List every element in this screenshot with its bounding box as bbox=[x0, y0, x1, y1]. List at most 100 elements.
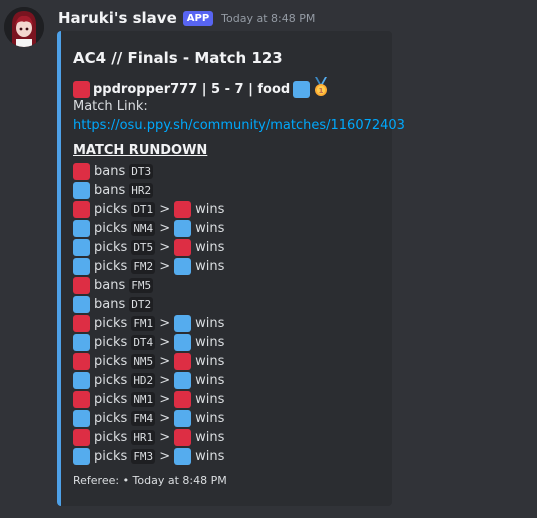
row-result: wins bbox=[195, 449, 225, 464]
arrow-text: > bbox=[159, 411, 171, 426]
username[interactable]: Haruki's slave bbox=[58, 9, 177, 27]
red-square-icon bbox=[73, 391, 90, 408]
rundown-row: picks NM4 > wins bbox=[73, 219, 224, 238]
blue-square-icon bbox=[293, 80, 311, 98]
map-code: FM5 bbox=[129, 278, 154, 293]
row-result: wins bbox=[195, 354, 225, 369]
blue-square-icon bbox=[174, 410, 192, 427]
red-square-icon bbox=[174, 429, 192, 446]
blue-square-icon bbox=[174, 334, 192, 351]
avatar[interactable] bbox=[4, 7, 44, 47]
row-result: wins bbox=[195, 411, 225, 426]
map-code: DT2 bbox=[129, 297, 154, 312]
arrow-text: > bbox=[159, 373, 171, 388]
rundown-row: picks NM5 > wins bbox=[73, 352, 224, 371]
message-timestamp[interactable]: Today at 8:48 PM bbox=[221, 12, 315, 25]
blue-square-icon bbox=[174, 448, 192, 465]
map-code: HR2 bbox=[129, 183, 154, 198]
map-code: DT5 bbox=[131, 240, 156, 255]
rundown-row: picks DT4 > wins bbox=[73, 333, 224, 352]
row-action: picks bbox=[94, 202, 128, 217]
row-action: picks bbox=[94, 354, 128, 369]
red-square-icon bbox=[73, 429, 90, 446]
blue-square-icon bbox=[73, 182, 90, 199]
map-code: NM5 bbox=[131, 354, 156, 369]
arrow-text: > bbox=[159, 392, 171, 407]
rundown-row: bans HR2 bbox=[73, 181, 224, 200]
map-code: DT1 bbox=[131, 202, 156, 217]
rundown-row: picks HR1 > wins bbox=[73, 428, 224, 447]
row-action: bans bbox=[94, 278, 126, 293]
red-square-icon bbox=[174, 239, 192, 256]
arrow-text: > bbox=[159, 449, 171, 464]
blue-square-icon bbox=[73, 448, 90, 465]
score-text: ppdropper777 | 5 - 7 | food bbox=[93, 81, 291, 97]
row-action: picks bbox=[94, 411, 128, 426]
rundown-row: picks NM1 > wins bbox=[73, 390, 224, 409]
embed-title: AC4 // Finals - Match 123 bbox=[73, 49, 283, 67]
row-action: picks bbox=[94, 259, 128, 274]
row-result: wins bbox=[195, 335, 225, 350]
map-code: HR1 bbox=[131, 430, 156, 445]
arrow-text: > bbox=[159, 202, 171, 217]
svg-text:1: 1 bbox=[319, 87, 324, 95]
red-square-icon bbox=[174, 391, 192, 408]
row-result: wins bbox=[195, 221, 225, 236]
rundown-title: MATCH RUNDOWN bbox=[73, 143, 208, 158]
blue-square-icon bbox=[73, 296, 90, 313]
rundown-row: bans DT3 bbox=[73, 162, 224, 181]
map-code: FM1 bbox=[131, 316, 156, 331]
map-code: NM4 bbox=[131, 221, 156, 236]
row-result: wins bbox=[195, 430, 225, 445]
rundown-row: picks FM4 > wins bbox=[73, 409, 224, 428]
rundown-row: picks HD2 > wins bbox=[73, 371, 224, 390]
map-code: FM4 bbox=[131, 411, 156, 426]
message-header: Haruki's slave APP Today at 8:48 PM bbox=[58, 9, 315, 27]
row-action: picks bbox=[94, 373, 128, 388]
rundown-row: picks DT1 > wins bbox=[73, 200, 224, 219]
row-result: wins bbox=[195, 316, 225, 331]
score-line: ppdropper777 | 5 - 7 | food 1 bbox=[73, 77, 330, 101]
blue-square-icon bbox=[174, 315, 192, 332]
blue-square-icon bbox=[73, 220, 90, 237]
row-action: picks bbox=[94, 335, 128, 350]
rundown-row: picks DT5 > wins bbox=[73, 238, 224, 257]
match-link-label: Match Link: bbox=[73, 99, 148, 114]
arrow-text: > bbox=[159, 316, 171, 331]
1st-place-medal-icon: 1 bbox=[312, 77, 330, 101]
row-action: bans bbox=[94, 297, 126, 312]
embed-footer: Referee: • Today at 8:48 PM bbox=[73, 474, 227, 487]
blue-square-icon bbox=[73, 258, 90, 275]
map-code: FM2 bbox=[131, 259, 156, 274]
blue-square-icon bbox=[174, 220, 192, 237]
rundown-row: picks FM2 > wins bbox=[73, 257, 224, 276]
arrow-text: > bbox=[159, 221, 171, 236]
map-code: NM1 bbox=[131, 392, 156, 407]
row-action: picks bbox=[94, 392, 128, 407]
map-code: DT3 bbox=[129, 164, 154, 179]
red-square-icon bbox=[73, 277, 90, 294]
arrow-text: > bbox=[159, 430, 171, 445]
row-action: bans bbox=[94, 164, 126, 179]
red-square-icon bbox=[73, 353, 90, 370]
row-action: picks bbox=[94, 240, 128, 255]
row-result: wins bbox=[195, 240, 225, 255]
map-code: HD2 bbox=[131, 373, 156, 388]
red-square-icon bbox=[73, 201, 90, 218]
map-code: FM3 bbox=[131, 449, 156, 464]
blue-square-icon bbox=[73, 372, 90, 389]
arrow-text: > bbox=[159, 240, 171, 255]
row-action: picks bbox=[94, 316, 128, 331]
arrow-text: > bbox=[159, 259, 171, 274]
blue-square-icon bbox=[73, 239, 90, 256]
rundown-list: bans DT3 bans HR2 picks DT1 > wins picks NM4 > wins… bbox=[73, 162, 224, 466]
rundown-row: picks FM1 > wins bbox=[73, 314, 224, 333]
row-result: wins bbox=[195, 202, 225, 217]
row-action: bans bbox=[94, 183, 126, 198]
map-code: DT4 bbox=[131, 335, 156, 350]
embed-card: AC4 // Finals - Match 123 ppdropper777 |… bbox=[57, 31, 405, 506]
match-link[interactable]: https://osu.ppy.sh/community/matches/116… bbox=[73, 118, 405, 133]
arrow-text: > bbox=[159, 335, 171, 350]
rundown-row: bans FM5 bbox=[73, 276, 224, 295]
row-result: wins bbox=[195, 392, 225, 407]
